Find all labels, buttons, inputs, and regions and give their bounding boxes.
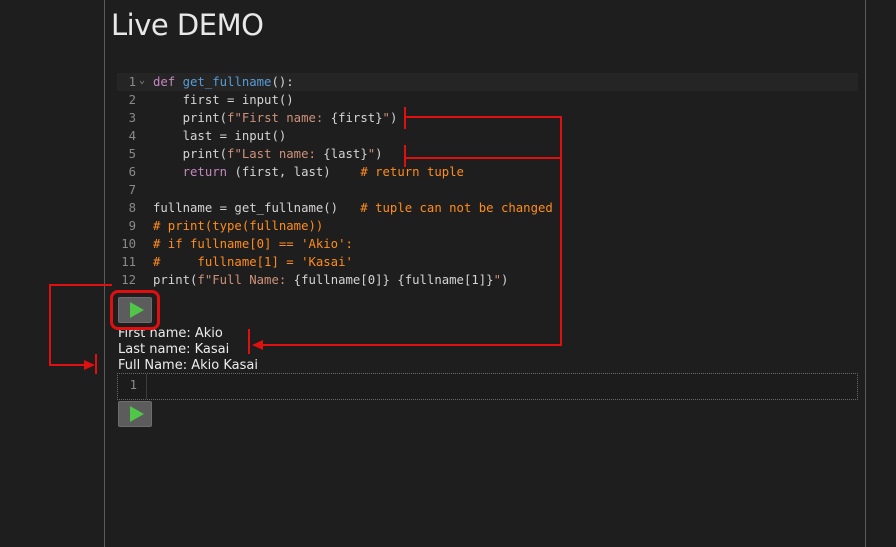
code-token: # print(type(fullname)) [153, 219, 324, 233]
code-text: # print(type(fullname)) [153, 217, 323, 235]
code-token: f"Last name: [227, 147, 324, 161]
code-token: ) [500, 273, 509, 287]
code-token: first = input() [153, 93, 294, 107]
annotation-line [49, 364, 87, 366]
code-line[interactable]: 10 # if fullname[0] == 'Akio': [117, 235, 858, 253]
code-token: ) [375, 147, 383, 161]
line-number: 1 [129, 378, 137, 392]
annotation-line [258, 344, 562, 346]
code-token: (): [271, 75, 294, 89]
code-token: " [367, 147, 376, 161]
code-token: def [153, 75, 183, 89]
line-number: 1 [128, 75, 136, 89]
code-text: fullname = get_fullname() # tuple can no… [153, 199, 553, 217]
line-number: 5 [128, 147, 136, 161]
code-line[interactable]: 2 first = input() [117, 91, 858, 109]
code-token: last = input() [153, 129, 287, 143]
arrow-head-icon [84, 360, 95, 370]
code-token: " [382, 111, 390, 125]
code-token: get_fullname [182, 75, 272, 89]
code-line[interactable]: 8 fullname = get_fullname() # tuple can n… [117, 199, 858, 217]
run-button-highlight [110, 290, 160, 330]
code-line[interactable]: 3 print(f"First name: {first}") [117, 109, 858, 127]
line-number: 12 [121, 273, 136, 287]
code-editor-2[interactable]: 1 [117, 373, 858, 400]
code-text: print(f"Last name: {last}") [153, 145, 383, 163]
chevron-down-icon[interactable]: ⌄ [139, 72, 145, 90]
code-token: " [493, 273, 501, 287]
code-line[interactable]: 5 print(f"Last name: {last}") [117, 145, 858, 163]
code-token: ) [389, 111, 398, 125]
annotation-bracket [404, 145, 406, 167]
page-title: Live DEMO [111, 8, 264, 42]
code-token: print( [153, 111, 228, 125]
code-text: # fullname[1] = 'Kasai' [153, 253, 353, 271]
annotation-line [560, 116, 562, 346]
line-number: 8 [128, 201, 136, 215]
code-text: first = input() [153, 91, 294, 109]
code-text: return (first, last) # return tuple [153, 163, 464, 181]
code-token: # if fullname[0] == 'Akio': [153, 237, 353, 251]
line-number: 11 [121, 255, 136, 269]
code-token: f"Full Name: [197, 273, 294, 287]
code-line[interactable]: 9 # print(type(fullname)) [117, 217, 858, 235]
line-number: 10 [121, 237, 136, 251]
code-line[interactable]: 6 return (first, last) # return tuple [117, 163, 858, 181]
code-token: print( [153, 147, 228, 161]
code-token: # fullname[1] = 'Kasai' [153, 255, 353, 269]
output-area: First name: Akio Last name: Kasai Full N… [118, 326, 418, 374]
code-text: print(f"First name: {first}") [153, 109, 398, 127]
code-line[interactable]: 7 [117, 181, 858, 199]
code-text: def get_fullname(): [153, 73, 294, 91]
code-text: # if fullname[0] == 'Akio': [153, 235, 353, 253]
code-token: f"First name: [227, 111, 331, 125]
annotation-line [49, 284, 51, 366]
gutter-separator [146, 374, 147, 399]
code-text: print(f"Full Name: {fullname[0]} {fullna… [153, 271, 508, 289]
code-line[interactable]: 4 last = input() [117, 127, 858, 145]
code-line[interactable]: 12 print(f"Full Name: {fullname[0]} {full… [117, 271, 858, 289]
annotation-line [49, 284, 112, 286]
annotation-bracket [248, 329, 250, 354]
line-number: 2 [128, 93, 136, 107]
annotation-bracket [404, 107, 406, 129]
run-button-2[interactable] [118, 401, 152, 427]
code-token: print( [153, 273, 198, 287]
code-editor[interactable]: 1 ⌄ def get_fullname(): 2 first = input() 3 … [117, 73, 858, 291]
line-number: 4 [128, 129, 136, 143]
annotation-line [404, 157, 562, 159]
code-token: (first, last) [227, 165, 361, 179]
code-token: fullname = get_fullname() [153, 201, 361, 215]
annotation-line [404, 116, 562, 118]
play-icon [129, 406, 144, 422]
line-number: 9 [128, 219, 136, 233]
code-line[interactable]: 1 ⌄ def get_fullname(): [117, 73, 858, 91]
code-line[interactable]: 11 # fullname[1] = 'Kasai' [117, 253, 858, 271]
output-line: Full Name: Akio Kasai [118, 358, 258, 373]
code-token: return [182, 165, 228, 179]
line-number: 6 [128, 165, 136, 179]
output-line: First name: Akio [118, 326, 223, 341]
code-token: # return tuple [360, 165, 464, 179]
code-token: # tuple can not be changed [360, 201, 553, 215]
arrow-head-icon [252, 340, 263, 350]
code-token: {fullname[0]} {fullname[1]} [293, 273, 494, 287]
code-text: last = input() [153, 127, 287, 145]
line-number: 3 [128, 111, 136, 125]
annotation-bracket [95, 354, 97, 374]
code-token: {last} [323, 147, 368, 161]
code-token: {first} [330, 111, 383, 125]
line-number: 7 [128, 183, 136, 197]
